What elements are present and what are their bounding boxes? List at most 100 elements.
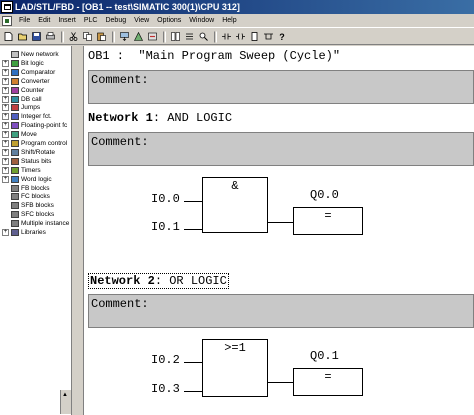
tree-item[interactable]: + Counter — [2, 86, 44, 95]
network-1-coil[interactable]: = — [293, 207, 363, 235]
expand-icon[interactable]: + — [2, 77, 9, 85]
box-icon[interactable] — [248, 31, 260, 43]
zoom-icon[interactable] — [197, 31, 209, 43]
copy-icon[interactable] — [81, 31, 93, 43]
tree-scroll-up[interactable] — [60, 390, 71, 414]
tree-item[interactable]: + Timers — [2, 166, 41, 175]
network-2-output[interactable]: Q0.1 — [310, 349, 339, 363]
expand-icon[interactable]: + — [2, 166, 9, 174]
tree-item[interactable]: + Move — [2, 130, 37, 139]
expand-icon[interactable]: + — [2, 68, 9, 76]
tree-item[interactable]: + Bit logic — [2, 59, 44, 68]
document-system-icon[interactable] — [2, 15, 12, 26]
network-1-output[interactable]: Q0.0 — [310, 188, 339, 202]
folder-icon — [11, 113, 19, 121]
network-2-input-2[interactable]: I0.3 — [151, 382, 180, 396]
expand-icon[interactable]: + — [2, 113, 9, 121]
toolbar-separator — [112, 30, 115, 43]
coil-icon[interactable] — [234, 31, 246, 43]
tree-item[interactable]: + Shift/Rotate — [2, 148, 55, 157]
tree-item-label: Counter — [21, 86, 45, 94]
new-icon[interactable] — [2, 31, 14, 43]
expand-icon[interactable]: + — [2, 148, 9, 156]
tree-item[interactable]: + Jumps — [2, 103, 40, 112]
folder-icon — [11, 166, 19, 174]
overview-icon[interactable] — [169, 31, 181, 43]
folder-icon — [11, 59, 19, 67]
monitor-icon[interactable] — [132, 31, 144, 43]
network-1-title[interactable]: Network 1: AND LOGIC — [88, 111, 232, 125]
folder-icon — [11, 202, 19, 210]
menu-window[interactable]: Window — [185, 17, 218, 24]
menu-insert[interactable]: Insert — [54, 17, 80, 24]
tree-item[interactable]: + Floating-point fc — [2, 121, 67, 130]
app-icon — [1, 1, 13, 13]
menu-file[interactable]: File — [15, 17, 34, 24]
tree-item[interactable]: + Comparator — [2, 68, 55, 77]
tree-item[interactable]: + Program control — [2, 139, 67, 148]
folder-icon — [11, 95, 19, 103]
expand-icon[interactable]: + — [2, 229, 9, 236]
expand-icon[interactable]: + — [2, 86, 9, 94]
network-1-input-1[interactable]: I0.0 — [151, 192, 180, 206]
help-icon[interactable]: ? — [276, 31, 288, 43]
toolbar-separator — [163, 30, 166, 43]
paste-icon[interactable] — [95, 31, 107, 43]
expand-icon[interactable]: + — [2, 122, 9, 130]
branch-icon[interactable] — [262, 31, 274, 43]
menu-view[interactable]: View — [130, 17, 153, 24]
save-icon[interactable] — [30, 31, 42, 43]
print-icon[interactable] — [44, 31, 56, 43]
cut-icon[interactable] — [67, 31, 79, 43]
menu-debug[interactable]: Debug — [101, 17, 130, 24]
online-icon[interactable] — [146, 31, 158, 43]
block-comment[interactable]: Comment: — [88, 70, 474, 104]
block-title: OB1 : "Main Program Sweep (Cycle)" — [88, 49, 341, 63]
tree-item[interactable]: + Word logic — [2, 175, 52, 184]
menu-plc[interactable]: PLC — [80, 17, 102, 24]
expand-icon[interactable]: + — [2, 59, 9, 67]
tree-item[interactable]: + Status bits — [2, 157, 51, 166]
open-icon[interactable] — [16, 31, 28, 43]
toolbar-separator — [61, 30, 64, 43]
tree-item-label: Converter — [21, 77, 50, 85]
network-2-or-box[interactable]: >=1 — [202, 339, 268, 397]
editor-splitter[interactable] — [73, 46, 84, 415]
expand-icon[interactable]: + — [2, 175, 9, 183]
contact-icon[interactable] — [220, 31, 232, 43]
menu-help[interactable]: Help — [218, 17, 240, 24]
tree-item[interactable]: FC blocks — [2, 192, 50, 201]
network-2-input-1[interactable]: I0.2 — [151, 353, 180, 367]
title-bar[interactable]: LAD/STL/FBD - [OB1 -- test\SIMATIC 300(1… — [0, 0, 474, 14]
menu-bar: File Edit Insert PLC Debug View Options … — [0, 14, 474, 28]
folder-icon — [11, 68, 19, 76]
tree-item[interactable]: Multiple instance — [2, 219, 69, 228]
network-2-label: Network 2 — [90, 274, 155, 288]
expand-icon[interactable]: + — [2, 104, 9, 112]
network-2-title[interactable]: Network 2: OR LOGIC — [88, 273, 229, 289]
download-icon[interactable] — [118, 31, 130, 43]
network-2-coil[interactable]: = — [293, 368, 363, 396]
tree-item[interactable]: New network — [2, 50, 59, 59]
expand-icon[interactable]: + — [2, 131, 9, 139]
detail-icon[interactable] — [183, 31, 195, 43]
tree-item[interactable]: + Converter — [2, 77, 50, 86]
network-2-comment[interactable]: Comment: — [88, 294, 474, 328]
tree-spacer — [2, 220, 9, 228]
tree-item[interactable]: + Libraries — [2, 228, 46, 237]
tree-item-label: Floating-point fc — [21, 122, 68, 130]
expand-icon[interactable]: + — [2, 157, 9, 165]
program-elements-tree: New network + Bit logic + Comparator + Convert… — [0, 46, 72, 415]
network-1-input-2[interactable]: I0.1 — [151, 220, 180, 234]
network-1-and-box[interactable]: & — [202, 177, 268, 233]
expand-icon[interactable]: + — [2, 140, 9, 147]
menu-edit[interactable]: Edit — [34, 17, 54, 24]
tree-item[interactable]: + DB call — [2, 95, 42, 104]
tree-item[interactable]: SFC blocks — [2, 210, 54, 219]
network-1-comment[interactable]: Comment: — [88, 132, 474, 166]
tree-item[interactable]: + Integer fct. — [2, 112, 52, 121]
menu-options[interactable]: Options — [153, 17, 185, 24]
expand-icon[interactable]: + — [2, 95, 9, 103]
tree-item[interactable]: SFB blocks — [2, 201, 54, 210]
tree-item[interactable]: FB blocks — [2, 184, 50, 193]
